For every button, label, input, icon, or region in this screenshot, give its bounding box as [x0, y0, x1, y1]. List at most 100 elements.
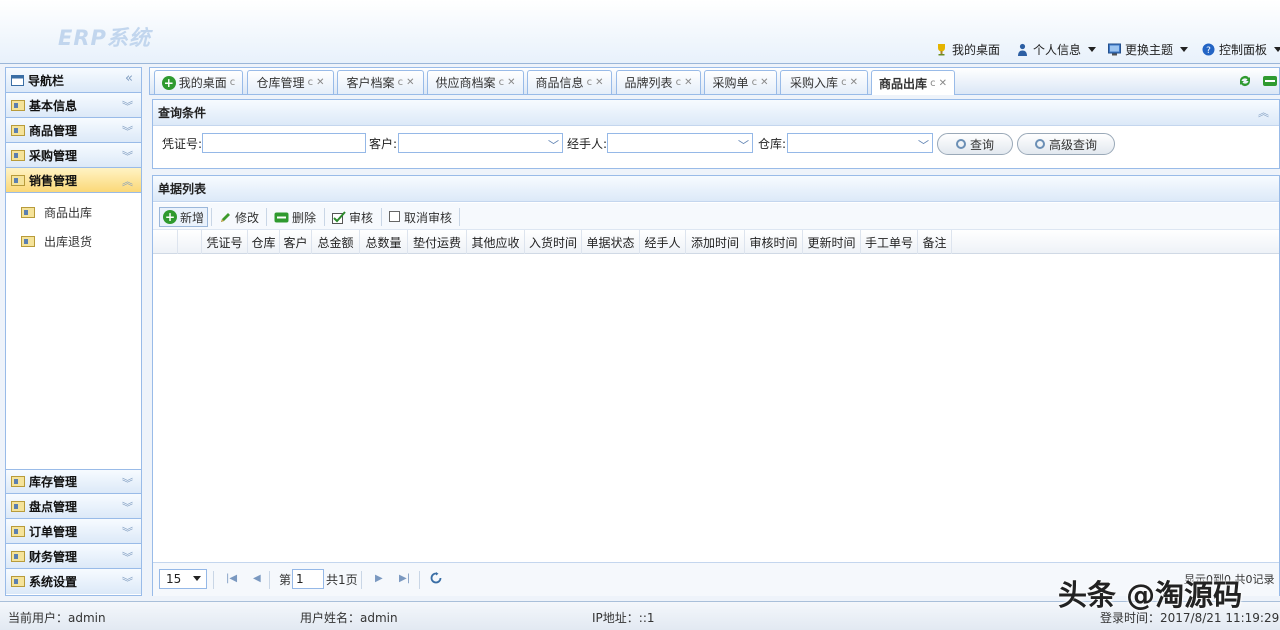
expand-icon: ︾	[122, 477, 133, 490]
home-icon: +	[161, 75, 176, 90]
collapse-panel-icon[interactable]: ︽	[1258, 104, 1269, 120]
close-icon[interactable]: ✕	[939, 78, 947, 89]
toolbar-divider	[324, 208, 325, 226]
sidebar-section-orders[interactable]: 订单管理 ︾	[6, 519, 141, 544]
column-header[interactable]: 添加时间	[686, 230, 745, 254]
close-icon[interactable]: ✕	[507, 77, 515, 88]
column-header[interactable]: 审核时间	[745, 230, 803, 254]
chevron-down-icon[interactable]: ﹀	[918, 137, 929, 153]
page-number-input[interactable]: 1	[292, 569, 324, 589]
top-header: ERP系统 我的桌面 个人信息 更换主题 ? 控制面板	[0, 0, 1280, 64]
sidebar-section-sales[interactable]: 销售管理 ︽	[6, 168, 141, 193]
topnav-my-desktop[interactable]: 我的桌面	[935, 40, 1000, 58]
column-header[interactable]: 单据状态	[582, 230, 640, 254]
expand-icon: ︾	[122, 551, 133, 564]
search-button[interactable]: 查询	[937, 133, 1013, 155]
tab-brands[interactable]: 品牌列表 c ✕	[616, 70, 701, 94]
page-size-select[interactable]: 15	[159, 569, 207, 589]
refresh-tab-icon[interactable]: c	[587, 77, 593, 88]
sidebar-section-goods[interactable]: 商品管理 ︾	[6, 118, 141, 143]
column-header[interactable]: 手工单号	[861, 230, 918, 254]
close-icon[interactable]: ✕	[595, 77, 603, 88]
sidebar-section-purchase[interactable]: 采购管理 ︾	[6, 143, 141, 168]
column-header[interactable]: 备注	[918, 230, 952, 254]
topnav-theme[interactable]: 更换主题	[1108, 40, 1189, 58]
first-page-icon[interactable]: |◀	[226, 573, 237, 584]
advanced-search-button[interactable]: 高级查询	[1017, 133, 1115, 155]
tab-customers[interactable]: 客户档案 c ✕	[337, 70, 424, 94]
prev-page-icon[interactable]: ◀	[253, 573, 261, 584]
collapse-sidebar-icon[interactable]: «	[125, 71, 133, 86]
reload-icon[interactable]	[430, 572, 442, 584]
trophy-icon	[938, 43, 945, 55]
list-panel: 单据列表 + 新增 修改 删除 审核 取消审核 凭证号 仓库 客户 总金额 总数…	[152, 175, 1280, 596]
refresh-tab-icon[interactable]: c	[841, 77, 847, 88]
section-icon	[11, 525, 25, 537]
column-header[interactable]: 其他应收	[467, 230, 525, 254]
refresh-icon[interactable]	[1237, 73, 1253, 89]
last-page-icon[interactable]: ▶|	[399, 573, 410, 584]
customer-combo[interactable]: ﹀	[398, 133, 563, 153]
refresh-tab-icon[interactable]: c	[752, 77, 758, 88]
next-page-icon[interactable]: ▶	[375, 573, 383, 584]
voucher-input[interactable]	[202, 133, 366, 153]
column-header[interactable]: 经手人	[640, 230, 686, 254]
column-header[interactable]: 仓库	[248, 230, 280, 254]
topnav-label: 更换主题	[1125, 42, 1174, 57]
refresh-tab-icon[interactable]: c	[499, 77, 505, 88]
sidebar-section-finance[interactable]: 财务管理 ︾	[6, 544, 141, 569]
close-icon[interactable]: ✕	[760, 77, 768, 88]
chevron-down-icon[interactable]: ﹀	[738, 137, 749, 153]
edit-button[interactable]: 修改	[219, 207, 259, 227]
refresh-tab-icon[interactable]: c	[308, 77, 314, 88]
tab-my-desktop[interactable]: + 我的桌面 c	[154, 70, 243, 94]
topnav-profile[interactable]: 个人信息	[1016, 40, 1097, 58]
tab-purchase-inbound[interactable]: 采购入库 c ✕	[780, 70, 868, 94]
refresh-tab-icon[interactable]: c	[398, 77, 404, 88]
grid-header: 凭证号 仓库 客户 总金额 总数量 垫付运费 其他应收 入货时间 单据状态 经手…	[153, 230, 1279, 254]
close-icon[interactable]: ✕	[316, 77, 324, 88]
sidebar-item-goods-outbound[interactable]: 商品出库	[21, 202, 92, 222]
column-header[interactable]: 凭证号	[202, 230, 248, 254]
column-header[interactable]: 总金额	[312, 230, 360, 254]
refresh-tab-icon[interactable]: c	[930, 78, 936, 89]
tab-suppliers[interactable]: 供应商档案 c ✕	[427, 70, 524, 94]
column-header[interactable]: 垫付运费	[408, 230, 467, 254]
section-icon	[11, 576, 25, 587]
column-header[interactable]: 入货时间	[525, 230, 582, 254]
chevron-down-icon[interactable]: ﹀	[548, 137, 559, 153]
approve-button[interactable]: 审核	[332, 207, 373, 227]
pager-divider	[269, 571, 270, 589]
sidebar-section-settings[interactable]: 系统设置 ︾	[6, 569, 141, 594]
refresh-tab-icon[interactable]: c	[230, 77, 236, 88]
column-header[interactable]: 总数量	[360, 230, 408, 254]
page-total: 共1页	[326, 573, 358, 587]
toolbar-divider	[266, 208, 267, 226]
section-icon	[11, 476, 25, 487]
warehouse-combo[interactable]: ﹀	[787, 133, 933, 153]
delete-button[interactable]: 删除	[274, 207, 316, 227]
refresh-tab-icon[interactable]: c	[676, 77, 682, 88]
sidebar: 导航栏 « 基本信息 ︾ 商品管理 ︾ 采购管理 ︾ 销售管理 ︽ 商品出库 出…	[5, 67, 142, 596]
sidebar-section-inventory[interactable]: 库存管理 ︾	[6, 469, 141, 494]
handler-combo[interactable]: ﹀	[607, 133, 753, 153]
sidebar-section-stocktake[interactable]: 盘点管理 ︾	[6, 494, 141, 519]
column-header[interactable]: 更新时间	[803, 230, 861, 254]
add-button[interactable]: + 新增	[159, 207, 209, 227]
minimize-tabs-icon[interactable]	[1262, 73, 1278, 89]
topnav-control-panel[interactable]: ? 控制面板	[1202, 40, 1280, 58]
sidebar-item-outbound-return[interactable]: 出库退货	[21, 231, 92, 251]
tab-goods-outbound[interactable]: 商品出库 c ✕	[871, 70, 955, 95]
close-icon[interactable]: ✕	[850, 77, 858, 88]
close-icon[interactable]: ✕	[406, 77, 414, 88]
section-icon	[11, 124, 25, 136]
column-header[interactable]: 客户	[280, 230, 312, 254]
tab-warehouse[interactable]: 仓库管理 c ✕	[247, 70, 334, 94]
warehouse-label: 仓库:	[758, 137, 787, 151]
sidebar-section-basic-info[interactable]: 基本信息 ︾	[6, 93, 141, 118]
cancel-approve-button[interactable]: 取消审核	[389, 207, 452, 227]
user-icon	[1018, 43, 1027, 56]
tab-goods-info[interactable]: 商品信息 c ✕	[527, 70, 612, 94]
tab-purchase-order[interactable]: 采购单 c ✕	[704, 70, 777, 94]
close-icon[interactable]: ✕	[684, 77, 692, 88]
